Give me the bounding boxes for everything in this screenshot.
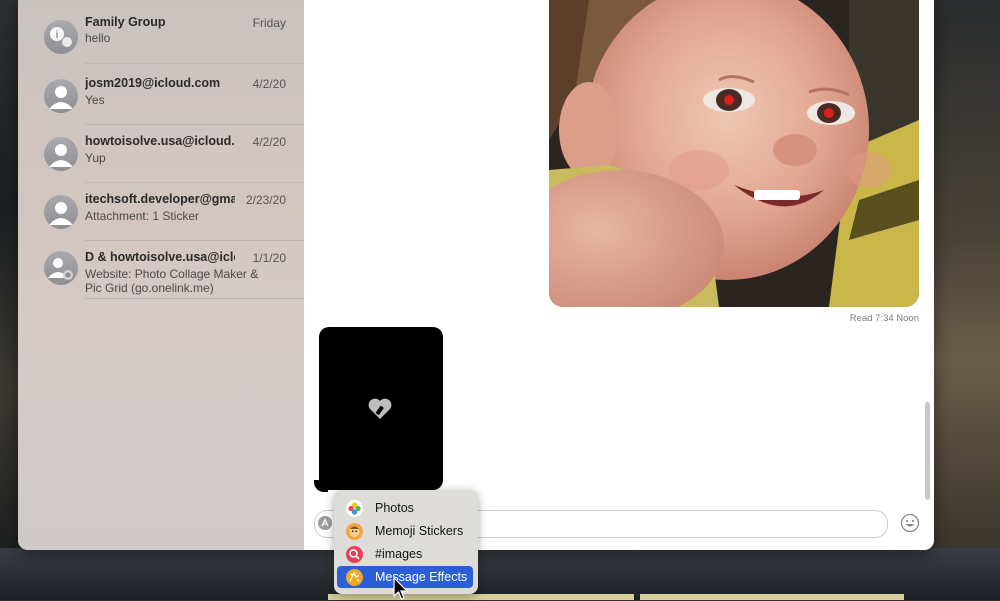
separator — [85, 298, 304, 299]
menu-item-label: #images — [375, 547, 423, 561]
group-avatar-icon: i — [44, 20, 78, 54]
conversation-date: 1/1/20 — [252, 251, 286, 265]
sticker-message[interactable] — [314, 327, 443, 492]
menu-item-label: Message Effects — [375, 570, 468, 584]
desktop-background — [930, 0, 1000, 600]
conversation-name: Family Group — [85, 15, 166, 29]
conversation-name: josm2019@icloud.com — [85, 76, 221, 90]
child-photo — [549, 0, 919, 307]
message-effects-icon — [346, 569, 363, 586]
desktop-background-water — [0, 548, 1000, 600]
emoji-button[interactable] — [900, 513, 920, 533]
menu-item-memoji-stickers[interactable]: Memoji Stickers — [337, 520, 473, 542]
read-receipt: Read 7:34 Noon — [849, 313, 919, 324]
menu-item-photos[interactable]: Photos — [337, 497, 473, 519]
conversation-item[interactable]: i Family Group Friday hello — [18, 0, 304, 64]
menu-item-images[interactable]: #images — [337, 543, 473, 565]
messages-window: i Family Group Friday hello josm2019@icl… — [18, 0, 934, 550]
chat-transcript: Read 7:34 Noon — [304, 0, 934, 550]
transcript-scrollbar[interactable] — [925, 402, 930, 500]
background-window-strip — [640, 594, 904, 600]
conversation-item[interactable]: itechsoft.developer@gma... 2/23/20 Attac… — [18, 183, 304, 241]
mouse-cursor-icon — [393, 577, 409, 600]
sticker-placeholder-icon — [368, 398, 392, 419]
svg-text:i: i — [56, 30, 59, 41]
conversation-name: D & howtoisolve.usa@iclou... — [85, 250, 235, 264]
person-avatar-icon — [44, 137, 78, 171]
conversation-item[interactable]: josm2019@icloud.com 4/2/20 Yes — [18, 67, 304, 125]
conversation-date: Friday — [252, 16, 286, 30]
photos-icon — [346, 500, 363, 517]
conversation-name: itechsoft.developer@gma... — [85, 192, 235, 206]
group-avatar-icon — [44, 251, 78, 285]
conversation-date: 4/2/20 — [252, 135, 286, 149]
person-avatar-icon — [44, 79, 78, 113]
conversation-item[interactable]: D & howtoisolve.usa@iclou... 1/1/20 Webs… — [18, 241, 304, 299]
conversation-date: 4/2/20 — [252, 77, 286, 91]
conversation-preview: Yup — [85, 151, 106, 165]
menu-item-label: Photos — [375, 501, 414, 515]
separator — [85, 63, 304, 64]
images-search-icon — [346, 546, 363, 563]
bubble-tail — [314, 480, 328, 492]
memoji-icon — [346, 523, 363, 540]
conversation-date: 2/23/20 — [245, 193, 286, 207]
conversation-preview: Yes — [85, 93, 105, 107]
photo-message[interactable] — [549, 0, 919, 307]
menu-item-label: Memoji Stickers — [375, 524, 464, 538]
conversation-item[interactable]: howtoisolve.usa@icloud.com 4/2/20 Yup — [18, 125, 304, 183]
conversation-preview: hello — [85, 31, 111, 45]
background-window-strip — [328, 594, 634, 600]
conversation-name: howtoisolve.usa@icloud.com — [85, 134, 235, 148]
conversation-preview: Website: Photo Collage Maker & Pic Grid … — [85, 267, 259, 295]
conversation-preview: Attachment: 1 Sticker — [85, 209, 200, 223]
conversation-sidebar: i Family Group Friday hello josm2019@icl… — [18, 0, 305, 550]
person-avatar-icon — [44, 195, 78, 229]
emoji-icon — [900, 513, 920, 533]
